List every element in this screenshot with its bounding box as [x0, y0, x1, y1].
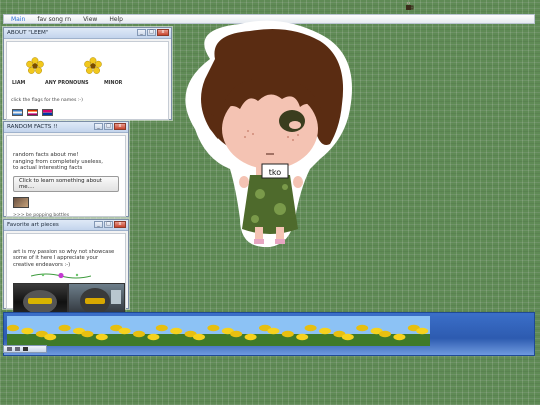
dandelion-icon	[267, 327, 280, 335]
minimize-icon[interactable]: _	[137, 29, 146, 36]
dandelion-icon	[304, 324, 317, 332]
dandelion-icon	[170, 327, 183, 335]
age-label: MINOR	[104, 81, 123, 86]
about-title: ABOUT "LEEM"	[7, 30, 49, 36]
fact-thumbnail	[13, 197, 29, 208]
art-titlebar[interactable]: Favorite art pieces _ □ x	[4, 220, 128, 231]
about-titlebar[interactable]: ABOUT "LEEM" _ □ x	[4, 28, 171, 39]
close-icon[interactable]: x	[114, 123, 126, 130]
about-body: LIAM ANY PRONOUNS MINOR click the flags …	[6, 41, 169, 120]
minimize-icon[interactable]: _	[94, 123, 103, 130]
dandelion-icon	[341, 333, 354, 341]
dandelion-icon	[155, 324, 168, 332]
name-label: LIAM	[12, 81, 26, 86]
dandelion-icon	[44, 333, 57, 341]
dandelion-icon	[356, 324, 369, 332]
coffee-icon[interactable]	[404, 2, 414, 12]
dandelion-icon	[58, 324, 71, 332]
flags-note: click the flags for the names :-)	[11, 98, 83, 103]
facts-titlebar[interactable]: RANDOM FACTS !! _ □ x	[4, 122, 128, 133]
dandelion-icon	[21, 327, 34, 335]
dandelion-banner	[7, 316, 430, 346]
dandelion-icon	[230, 330, 243, 338]
dandelion-icon	[133, 330, 145, 338]
facts-body: random facts about me! ranging from comp…	[6, 135, 126, 218]
maximize-icon[interactable]	[15, 347, 20, 351]
pronouns-label: ANY PRONOUNS	[45, 81, 89, 86]
sign-text: tko	[269, 168, 281, 177]
dandelion-icon	[379, 330, 391, 338]
close-icon[interactable]	[23, 347, 28, 351]
dandelion-icon	[81, 330, 94, 338]
art-title: Favorite art pieces	[7, 222, 59, 228]
menu-fav-song[interactable]: fav song rn	[32, 15, 76, 24]
art-description: art is my passion so why not showcase so…	[13, 249, 115, 268]
about-window: ABOUT "LEEM" _ □ x LIAM ANY PRONOUNS MIN…	[3, 27, 172, 120]
maximize-icon[interactable]: □	[104, 123, 113, 130]
facts-line: random facts about me!	[13, 152, 79, 158]
dandelion-icon	[193, 333, 205, 341]
flower-icon	[26, 57, 44, 74]
facts-note: >>> be popping bottles	[13, 213, 70, 218]
menu-view[interactable]: View	[78, 15, 102, 24]
character-sticker: tko	[185, 20, 352, 248]
dandelion-icon	[118, 327, 131, 335]
facts-title: RANDOM FACTS !!	[7, 124, 58, 130]
dandelion-icon	[393, 333, 406, 341]
dandelion-icon	[416, 327, 429, 335]
dandelion-icon	[281, 330, 294, 338]
close-icon[interactable]: x	[157, 29, 169, 36]
dandelion-icon	[95, 333, 108, 341]
flag-icon[interactable]	[12, 109, 23, 116]
dandelion-icon	[244, 333, 257, 341]
maximize-icon[interactable]: □	[147, 29, 156, 36]
dandelion-icon	[296, 333, 309, 341]
dandelion-icon	[7, 324, 19, 332]
menu-main[interactable]: Main	[6, 15, 30, 24]
dandelion-icon	[147, 333, 160, 341]
art-body: art is my passion so why not showcase so…	[6, 233, 126, 318]
close-icon[interactable]: x	[114, 221, 126, 228]
vine-divider	[31, 272, 91, 279]
dandelion-icon	[207, 324, 220, 332]
flag-icon[interactable]	[42, 109, 53, 116]
taskbar-controls[interactable]	[3, 345, 47, 353]
flower-icon	[84, 57, 102, 74]
facts-line: ranging from completely useless,	[13, 158, 103, 165]
dandelion-icon	[319, 327, 331, 335]
menu-help[interactable]: Help	[104, 15, 128, 24]
art-window: Favorite art pieces _ □ x art is my pass…	[3, 219, 129, 318]
facts-line: to actual interesting facts	[13, 165, 83, 172]
flag-icon[interactable]	[27, 109, 38, 116]
taskbar	[3, 312, 535, 356]
learn-button[interactable]: Click to learn something about me....	[13, 175, 119, 192]
facts-window: RANDOM FACTS !! _ □ x random facts about…	[3, 121, 129, 218]
minimize-icon[interactable]	[7, 347, 12, 351]
maximize-icon[interactable]: □	[104, 221, 113, 228]
minimize-icon[interactable]: _	[94, 221, 103, 228]
